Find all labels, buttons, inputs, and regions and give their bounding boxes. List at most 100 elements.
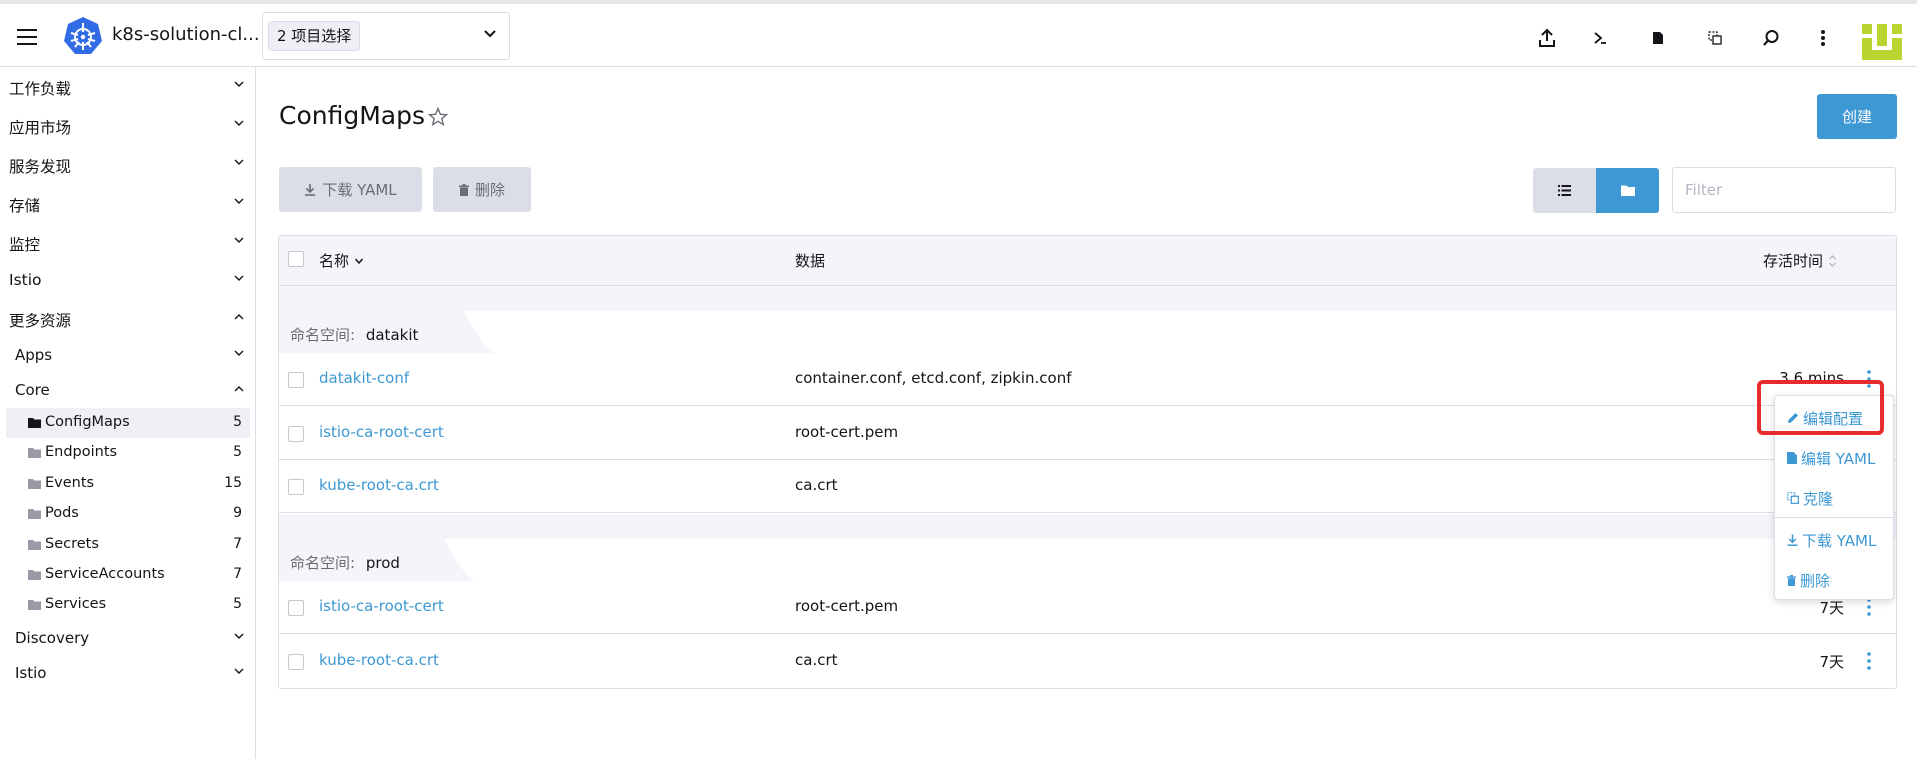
download-yaml-label: 下载 YAML: [322, 181, 397, 199]
sidebar-item-label: Secrets: [45, 536, 99, 552]
namespace-prefix: 命名空间:: [290, 554, 356, 572]
more-vertical-icon[interactable]: [1864, 649, 1874, 673]
sidebar-group-storage[interactable]: 存储: [0, 186, 256, 222]
row-checkbox[interactable]: [288, 372, 304, 388]
sidebar-item-label: Services: [45, 596, 107, 612]
page-title: ConfigMaps: [279, 101, 425, 130]
file-icon[interactable]: [1646, 26, 1670, 50]
menu-item-edit-yaml[interactable]: 编辑 YAML: [1787, 446, 1875, 470]
row-checkbox[interactable]: [288, 600, 304, 616]
configmap-data: root-cert.pem: [795, 423, 899, 441]
sidebar-item-configmaps[interactable]: ConfigMaps 5: [6, 408, 250, 438]
sidebar-group-more-resources[interactable]: 更多资源: [0, 301, 256, 337]
sidebar-group-label: 应用市场: [9, 119, 72, 137]
terminal-icon[interactable]: [1588, 26, 1612, 50]
row-actions-menu: 编辑配置 编辑 YAML 克隆 下载 YAML 删除: [1774, 395, 1894, 600]
chevron-down-icon: [234, 633, 244, 639]
file-icon: [1787, 452, 1797, 464]
sidebar-item-endpoints[interactable]: Endpoints 5: [6, 438, 250, 468]
chevron-down-icon: [234, 159, 244, 165]
configmap-data: ca.crt: [795, 476, 838, 494]
sidebar-subgroup-istio[interactable]: Istio: [0, 657, 256, 689]
column-header-label: 名称: [319, 252, 350, 270]
star-icon[interactable]: [428, 107, 448, 127]
sidebar-item-label: ConfigMaps: [45, 414, 130, 430]
menu-item-delete[interactable]: 删除: [1787, 568, 1830, 592]
table-header: 名称 数据 存活时间: [279, 236, 1896, 286]
sort-down-icon: [354, 258, 364, 264]
sort-icon: [1829, 254, 1836, 267]
delete-button[interactable]: 删除: [433, 167, 531, 212]
chevron-down-icon: [234, 198, 244, 204]
sidebar-group-monitoring[interactable]: 监控: [0, 225, 256, 261]
sidebar-item-events[interactable]: Events 15: [6, 469, 250, 499]
sidebar-item-secrets[interactable]: Secrets 7: [6, 530, 250, 560]
more-vertical-icon[interactable]: [1811, 26, 1835, 50]
configmap-age: 7天: [1819, 653, 1844, 671]
folder-icon: [28, 479, 41, 489]
sidebar-subgroup-label: Apps: [15, 346, 53, 364]
copy-icon[interactable]: [1703, 26, 1727, 50]
filter-input[interactable]: [1672, 167, 1896, 213]
select-all-checkbox[interactable]: [288, 251, 304, 267]
menu-item-label: 编辑配置: [1803, 409, 1864, 428]
namespace-name: prod: [365, 554, 400, 572]
configmap-data: ca.crt: [795, 651, 838, 669]
folder-icon: [1620, 185, 1635, 196]
menu-divider: [1775, 517, 1893, 518]
menu-item-clone[interactable]: 克隆: [1787, 486, 1833, 510]
sidebar-subgroup-label: Discovery: [15, 629, 90, 647]
delete-label: 删除: [474, 181, 505, 199]
configmap-name-link[interactable]: istio-ca-root-cert: [319, 597, 444, 615]
table-row: datakit-conf container.conf, etcd.conf, …: [279, 353, 1896, 406]
column-header-name[interactable]: 名称: [319, 250, 364, 271]
sidebar-subgroup-apps[interactable]: Apps: [0, 339, 256, 371]
more-vertical-icon[interactable]: [1864, 367, 1874, 391]
chevron-down-icon: [234, 668, 244, 674]
row-checkbox[interactable]: [288, 426, 304, 442]
configmap-name-link[interactable]: datakit-conf: [319, 369, 409, 387]
kubernetes-logo-icon: [63, 16, 105, 58]
sidebar-item-count: 5: [233, 596, 242, 612]
sidebar-item-count: 7: [233, 536, 242, 552]
download-icon: [1787, 534, 1798, 546]
table-row: kube-root-ca.crt ca.crt: [279, 460, 1896, 513]
menu-item-edit-config[interactable]: 编辑配置: [1787, 406, 1863, 430]
namespace-group-label: 命名空间: prod: [290, 552, 400, 573]
cluster-name[interactable]: k8s-solution-cl...: [112, 24, 260, 45]
sidebar-group-istio[interactable]: Istio: [0, 263, 256, 299]
sidebar-group-label: 更多资源: [9, 312, 72, 330]
configmap-name-link[interactable]: kube-root-ca.crt: [319, 476, 439, 494]
menu-icon[interactable]: [14, 26, 44, 48]
sidebar-item-count: 7: [233, 566, 242, 582]
configmap-name-link[interactable]: istio-ca-root-cert: [319, 423, 444, 441]
sidebar-item-services[interactable]: Services 5: [6, 590, 250, 620]
list-icon: [1558, 185, 1571, 196]
upload-icon[interactable]: [1535, 26, 1559, 50]
sidebar-group-app-market[interactable]: 应用市场: [0, 108, 256, 144]
search-icon[interactable]: [1759, 26, 1783, 50]
table-row: kube-root-ca.crt ca.crt 7天: [279, 635, 1896, 688]
create-button[interactable]: 创建: [1817, 94, 1897, 139]
sidebar-subgroup-discovery[interactable]: Discovery: [0, 622, 256, 654]
sidebar-item-pods[interactable]: Pods 9: [6, 499, 250, 529]
sidebar-item-count: 5: [233, 414, 242, 430]
user-avatar[interactable]: [1862, 22, 1902, 60]
namespace-select[interactable]: 2 项目选择: [262, 12, 510, 60]
sidebar-group-workloads[interactable]: 工作负载: [0, 69, 256, 105]
menu-item-label: 克隆: [1803, 489, 1834, 508]
sidebar-subgroup-core[interactable]: Core: [0, 374, 256, 406]
download-yaml-button[interactable]: 下载 YAML: [279, 167, 422, 212]
menu-item-download-yaml[interactable]: 下载 YAML: [1787, 528, 1876, 552]
column-header-age[interactable]: 存活时间: [1763, 250, 1837, 271]
configmap-age: 3.6 mins: [1779, 369, 1844, 387]
sidebar-item-serviceaccounts[interactable]: ServiceAccounts 7: [6, 560, 250, 590]
sidebar-group-service-discovery[interactable]: 服务发现: [0, 147, 256, 183]
row-checkbox[interactable]: [288, 479, 304, 495]
row-checkbox[interactable]: [288, 654, 304, 670]
chevron-down-icon: [234, 350, 244, 356]
configmap-name-link[interactable]: kube-root-ca.crt: [319, 651, 439, 669]
menu-item-label: 编辑 YAML: [1801, 449, 1876, 468]
list-view-button[interactable]: [1533, 168, 1596, 213]
group-view-button[interactable]: [1596, 168, 1659, 213]
